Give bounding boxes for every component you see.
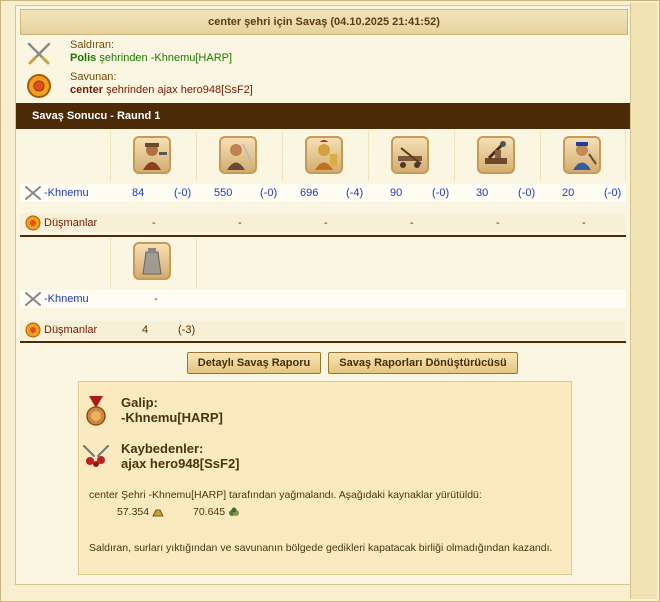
defender-wall-row: Düşmanlar 4 (-3) (20, 321, 626, 339)
report-frame: center şehri için Savaş (04.10.2025 21:4… (0, 0, 660, 602)
enemy-unit-value: - (582, 217, 586, 229)
section-divider (20, 341, 626, 343)
ballista-unit-icon (391, 136, 429, 174)
wall-unit-icon (133, 242, 171, 280)
defender-wall-loss: (-3) (178, 324, 196, 336)
round-header: Savaş Sonucu - Raund 1 (16, 103, 630, 129)
defender-origin: center şehrinden ajax hero948[SsF2] (70, 84, 253, 96)
swordsman-unit-icon (219, 136, 257, 174)
unit-count: 20 (562, 187, 575, 199)
crossed-swords-icon (24, 185, 42, 201)
report-converter-button[interactable]: Savaş Raporları Dönüştürücüsü (328, 352, 518, 374)
defender-wall-count: 4 (142, 324, 149, 336)
attacker-land-name[interactable]: -Khnemu (44, 187, 89, 199)
goods-amount: 70.645 (193, 506, 226, 518)
unit-loss: (-0) (174, 187, 192, 199)
attacker-wall-row: -Khnemu - (20, 290, 626, 308)
unit-count: 696 (300, 187, 319, 199)
unit-loss: (-0) (604, 187, 622, 199)
catapult-unit-icon (477, 136, 515, 174)
shield-icon (24, 215, 42, 231)
winner-name[interactable]: -Khnemu[HARP] (121, 410, 223, 425)
gold-icon (152, 507, 164, 517)
loser-label: Kaybedenler: (121, 441, 204, 456)
unit-loss: (-0) (260, 187, 278, 199)
defender-label: Savunan: (70, 71, 117, 83)
goods-icon (228, 507, 240, 517)
attacker-player-link[interactable]: Polis (70, 52, 96, 64)
unit-count: 30 (476, 187, 489, 199)
report-title: center şehri için Savaş (04.10.2025 21:4… (20, 9, 628, 35)
winner-label: Galip: (121, 395, 158, 410)
attacker-city-text[interactable]: şehrinden -Khnemu[HARP] (99, 52, 232, 64)
unit-count: 84 (132, 187, 145, 199)
crossed-swords-icon (26, 41, 52, 67)
enemy-unit-value: - (152, 217, 156, 229)
soldier-unit-icon (133, 136, 171, 174)
land-units-header-row (20, 131, 626, 181)
unit-count: 90 (390, 187, 403, 199)
defender-land-row: Düşmanlar - - - - - - (20, 214, 626, 232)
wall-header-row (20, 238, 626, 288)
crossed-swords-icon (24, 291, 42, 307)
gunner-unit-icon (563, 136, 601, 174)
section-divider (20, 235, 626, 237)
broken-swords-icon (81, 442, 111, 468)
shield-icon (24, 322, 42, 338)
enemy-unit-value: - (324, 217, 328, 229)
shield-icon (26, 73, 52, 99)
attacker-wall-value: - (154, 293, 158, 305)
unit-loss: (-0) (518, 187, 536, 199)
gold-amount: 57.354 (117, 506, 150, 518)
enemy-unit-value: - (410, 217, 414, 229)
defender-land-name: Düşmanlar (44, 217, 98, 229)
unit-loss: (-0) (432, 187, 450, 199)
attacker-origin: Polis şehrinden -Khnemu[HARP] (70, 52, 232, 64)
loser-name[interactable]: ajax hero948[SsF2] (121, 456, 240, 471)
goods-resource: 70.645 (193, 506, 240, 518)
gold-resource: 57.354 (117, 506, 164, 518)
defender-wall-name: Düşmanlar (44, 324, 98, 336)
detailed-report-button[interactable]: Detaylı Savaş Raporu (187, 352, 321, 374)
battle-report: center şehri için Savaş (04.10.2025 21:4… (15, 5, 631, 585)
unit-count: 550 (214, 187, 233, 199)
unit-loss: (-4) (346, 187, 364, 199)
medal-icon (85, 396, 107, 428)
defender-city-text[interactable]: şehrinden ajax hero948[SsF2] (106, 84, 253, 96)
attacker-wall-name[interactable]: -Khnemu (44, 293, 89, 305)
battle-result: Galip: -Khnemu[HARP] Kaybedenler: ajax h… (78, 381, 572, 575)
attacker-land-row: -Khnemu 84 (-0) 550 (-0) 696 (-4) 90 (-0… (20, 184, 626, 202)
plunder-text: center Şehri -Khnemu[HARP] tarafından ya… (89, 489, 482, 501)
defender-player-link[interactable]: center (70, 84, 103, 96)
hoplite-unit-icon (305, 136, 343, 174)
battle-note: Saldıran, surları yıktığından ve savunan… (89, 542, 553, 554)
enemy-unit-value: - (496, 217, 500, 229)
attacker-label: Saldıran: (70, 39, 115, 51)
scrollbar[interactable] (630, 3, 657, 599)
enemy-unit-value: - (238, 217, 242, 229)
